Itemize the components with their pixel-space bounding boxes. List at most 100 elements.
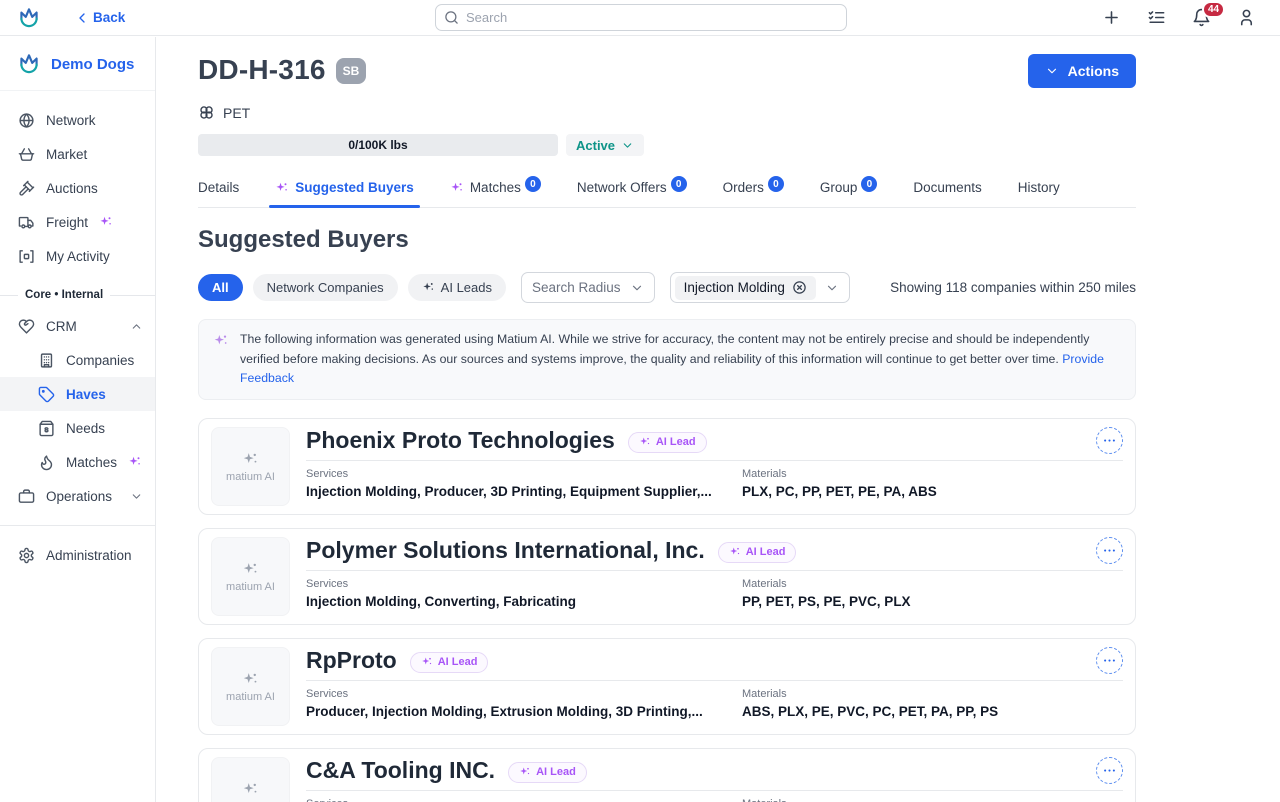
materials-value: ABS, PLX, PE, PVC, PC, PET, PA, PP, PS xyxy=(742,704,1123,719)
card-menu-button[interactable] xyxy=(1096,647,1123,674)
sidebar-item-haves[interactable]: Haves xyxy=(0,377,155,411)
material-tag: PET xyxy=(198,104,1136,121)
sidebar-item-market[interactable]: Market xyxy=(0,137,155,171)
page-title: DD-H-316 xyxy=(198,54,326,86)
chevron-down-icon xyxy=(621,139,634,152)
sparkles-icon xyxy=(99,215,113,229)
status-dropdown[interactable]: Active xyxy=(566,134,644,156)
service-filter-dropdown[interactable]: Injection Molding xyxy=(670,272,850,303)
notification-badge: 44 xyxy=(1202,1,1225,18)
sidebar-admin-nav: Administration xyxy=(0,538,155,572)
org-name: Demo Dogs xyxy=(51,56,134,73)
top-bar: Back 44 xyxy=(0,0,1280,36)
sidebar-section-label: Core • Internal xyxy=(0,289,155,301)
remove-filter-icon[interactable] xyxy=(792,280,807,295)
sidebar-item-operations[interactable]: Operations xyxy=(0,479,155,513)
filter-pill-all[interactable]: All xyxy=(198,274,243,301)
sparkles-icon xyxy=(275,181,289,195)
chevron-icon xyxy=(130,320,143,333)
checklist-icon xyxy=(1147,8,1166,27)
ai-lead-badge: AI Lead xyxy=(718,542,797,563)
company-card[interactable]: matium AI Polymer Solutions Internationa… xyxy=(198,528,1136,625)
search-input[interactable] xyxy=(435,4,847,31)
search-radius-dropdown[interactable]: Search Radius xyxy=(521,272,655,303)
company-card[interactable]: matium AI C&A Tooling INC. AI Lead xyxy=(198,748,1136,802)
back-button[interactable]: Back xyxy=(74,10,125,26)
sparkles-icon xyxy=(422,281,435,294)
sidebar-item-companies[interactable]: Companies xyxy=(0,343,155,377)
gavel-icon xyxy=(18,180,35,197)
chevron-left-icon xyxy=(74,10,90,26)
company-card[interactable]: matium AI RpProto AI Lead Services xyxy=(198,638,1136,735)
tasks-button[interactable] xyxy=(1147,8,1166,27)
sparkles-icon xyxy=(213,333,229,349)
company-name: Phoenix Proto Technologies xyxy=(306,427,615,454)
tab-count-badge: 0 xyxy=(525,176,541,192)
back-label: Back xyxy=(93,10,125,25)
tab-history[interactable]: History xyxy=(1018,173,1060,207)
materials-value: PP, PET, PS, PE, PVC, PLX xyxy=(742,594,1123,609)
ai-lead-badge: AI Lead xyxy=(410,652,489,673)
sparkles-icon xyxy=(242,561,259,578)
sparkles-icon xyxy=(450,181,464,195)
matium-logo-icon[interactable] xyxy=(16,5,42,31)
filter-row: All Network Companies AI Leads Search Ra… xyxy=(198,272,1136,303)
ellipsis-icon xyxy=(1102,763,1117,778)
results-summary: Showing 118 companies within 250 miles xyxy=(890,280,1136,295)
activity-icon xyxy=(18,248,35,265)
chevron-down-icon xyxy=(1045,64,1059,78)
sidebar-item-auctions[interactable]: Auctions xyxy=(0,171,155,205)
account-button[interactable] xyxy=(1237,8,1256,27)
sidebar-item-network[interactable]: Network xyxy=(0,103,155,137)
sidebar-item-administration[interactable]: Administration xyxy=(0,538,155,572)
disclaimer-text: The following information was generated … xyxy=(240,332,1089,366)
building-icon xyxy=(38,352,55,369)
tab-count-badge: 0 xyxy=(768,176,784,192)
company-card[interactable]: matium AI Phoenix Proto Technologies AI … xyxy=(198,418,1136,515)
heart-icon xyxy=(18,318,35,335)
company-thumbnail: matium AI xyxy=(211,757,290,802)
chevron-down-icon xyxy=(825,281,839,295)
sidebar: Demo Dogs Network Market Auctions Freigh… xyxy=(0,37,156,802)
section-heading: Suggested Buyers xyxy=(198,226,1136,254)
tab-documents[interactable]: Documents xyxy=(913,173,981,207)
briefcase-icon xyxy=(18,488,35,505)
create-button[interactable] xyxy=(1102,8,1121,27)
sidebar-divider xyxy=(0,525,155,526)
tab-matches[interactable]: Matches 0 xyxy=(450,173,541,207)
divider xyxy=(306,570,1123,571)
sidebar-item-my-activity[interactable]: My Activity xyxy=(0,239,155,273)
tab-suggested-buyers[interactable]: Suggested Buyers xyxy=(275,173,414,207)
notifications-button[interactable]: 44 xyxy=(1192,8,1211,27)
company-thumbnail: matium AI xyxy=(211,427,290,506)
services-value: Injection Molding, Converting, Fabricati… xyxy=(306,594,742,609)
status-label: Active xyxy=(576,138,615,153)
filter-pill-ai-leads[interactable]: AI Leads xyxy=(408,274,506,301)
services-label: Services xyxy=(306,688,742,700)
actions-button[interactable]: Actions xyxy=(1028,54,1136,88)
sparkles-icon xyxy=(729,546,741,558)
card-menu-button[interactable] xyxy=(1096,427,1123,454)
divider xyxy=(306,460,1123,461)
materials-label: Materials xyxy=(742,688,1123,700)
divider xyxy=(306,790,1123,791)
sidebar-item-freight[interactable]: Freight xyxy=(0,205,155,239)
sidebar-item-needs[interactable]: Needs xyxy=(0,411,155,445)
card-menu-button[interactable] xyxy=(1096,757,1123,784)
flame-icon xyxy=(38,454,55,471)
tab-details[interactable]: Details xyxy=(198,173,239,207)
tab-network-offers[interactable]: Network Offers 0 xyxy=(577,173,687,207)
tab-group[interactable]: Group 0 xyxy=(820,173,878,207)
tab-orders[interactable]: Orders 0 xyxy=(723,173,784,207)
sidebar-item-matches[interactable]: Matches xyxy=(0,445,155,479)
quantity-progress-bar: 0/100K lbs xyxy=(198,134,558,156)
globe-icon xyxy=(18,112,35,129)
org-switcher[interactable]: Demo Dogs xyxy=(0,37,155,91)
card-menu-button[interactable] xyxy=(1096,537,1123,564)
sidebar-item-crm[interactable]: CRM xyxy=(0,309,155,343)
progress-label: 0/100K lbs xyxy=(348,138,407,152)
company-name: RpProto xyxy=(306,647,397,674)
filter-pill-network-companies[interactable]: Network Companies xyxy=(253,274,398,301)
plus-icon xyxy=(1102,8,1121,27)
materials-label: Materials xyxy=(742,468,1123,480)
